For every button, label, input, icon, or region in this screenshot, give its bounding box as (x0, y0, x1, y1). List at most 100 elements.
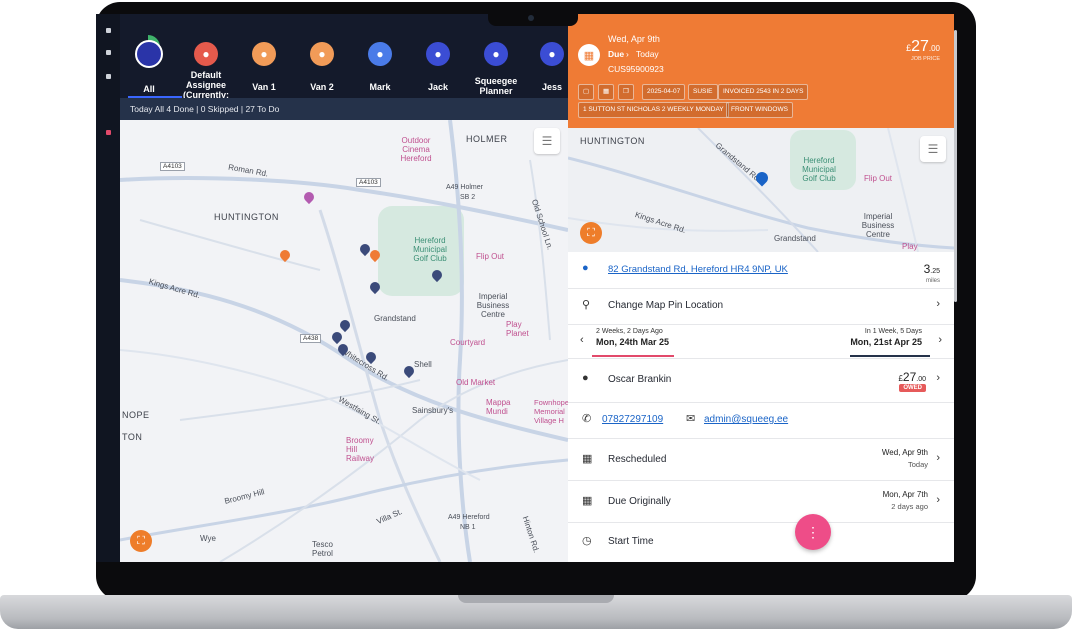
map-roads (120, 120, 568, 562)
job-price: £27.00 JOB PRICE (906, 38, 940, 62)
strip-indicator-icon (106, 130, 111, 135)
start-time-row[interactable]: ◷ Start Time (568, 522, 954, 562)
road-shield: A438 (300, 334, 322, 343)
due-originally-row[interactable]: ▦ Due Originally Mon, Apr 7th 2 days ago… (568, 480, 954, 523)
owed-badge: OWED (899, 384, 926, 392)
start-time-label: Start Time (608, 536, 654, 547)
more-vertical-icon: ⋮ (806, 523, 820, 540)
more-actions-button[interactable]: ⋮ (795, 514, 831, 550)
price-amount: 27 (911, 38, 929, 55)
next-visit-caption: In 1 Week, 5 Days (864, 328, 922, 335)
save-icon: ▢ (583, 88, 590, 95)
phone-link[interactable]: 07827297109 (602, 414, 663, 425)
distance-unit: miles (925, 278, 940, 284)
group-icon: ● (310, 42, 334, 66)
save-button[interactable]: ▢ (578, 84, 595, 100)
previous-underline (592, 355, 674, 357)
chevron-right-icon: › (936, 452, 940, 464)
assignee-name: Mark (369, 82, 391, 92)
chevron-right-icon: › (936, 372, 940, 384)
map-label: Imperial Business Centre (476, 292, 510, 319)
previous-visit-date: Mon, 24th Mar 25 (596, 337, 670, 347)
map-label: Outdoor Cinema Hereford (400, 136, 432, 163)
person-icon: ● (582, 372, 589, 384)
side-strip (96, 14, 120, 562)
map-label: Old Market (456, 378, 496, 387)
strip-icon (106, 74, 111, 79)
job-header: ▦ Wed, Apr 9th Due › Today CUS95900923 £… (568, 14, 954, 128)
map-marker-icon: ⚲ (582, 299, 591, 311)
map-label: SB 2 (460, 194, 476, 201)
document-button[interactable]: ▦ (598, 84, 615, 100)
assignee-all-label[interactable]: All (130, 84, 168, 94)
visit-navigation: ‹ 2 Weeks, 2 Days Ago Mon, 24th Mar 25 I… (568, 324, 954, 359)
email-icon: ✉ (686, 413, 696, 425)
address-link[interactable]: 82 Grandstand Rd, Hereford HR4 9NP, UK (608, 264, 788, 275)
chevron-left-icon[interactable]: ‹ (580, 334, 584, 346)
address-row[interactable]: ● 82 Grandstand Rd, Hereford HR4 9NP, UK… (568, 252, 954, 289)
job-date: Wed, Apr 9th (608, 34, 660, 44)
layers-icon: ☰ (927, 142, 939, 156)
camera-notch (488, 12, 578, 26)
rescheduled-row[interactable]: ▦ Rescheduled Wed, Apr 9th Today › (568, 438, 954, 481)
assignee-van-2[interactable]: ● Van 2 (298, 42, 346, 92)
all-assignees-avatar[interactable] (135, 40, 163, 68)
tag-round[interactable]: 1 SUTTON ST NICHOLAS 2 WEEKLY MONDAY (578, 102, 729, 118)
email-link[interactable]: admin@squeeg.ee (704, 414, 788, 425)
assignee-name: Squeegee Planner (474, 76, 518, 96)
location-pin-icon: ● (582, 262, 589, 274)
group-icon: ● (252, 42, 276, 66)
previous-visit[interactable]: 2 Weeks, 2 Days Ago Mon, 24th Mar 25 (596, 328, 669, 347)
job-due-label: Due (608, 49, 625, 59)
next-visit[interactable]: In 1 Week, 5 Days Mon, 21st Apr 25 (850, 328, 922, 347)
phone-icon: ✆ (582, 413, 592, 425)
fullscreen-icon: ⛶ (587, 226, 595, 239)
calendar-icon: ▦ (578, 44, 600, 66)
person-icon: ● (540, 42, 564, 66)
chevron-right-icon: › (936, 494, 940, 506)
map-label: Hereford Municipal Golf Club (802, 156, 836, 183)
assignee-jack[interactable]: ● Jack (414, 42, 462, 92)
map-label: HUNTINGTON (580, 136, 645, 146)
map-label: Tesco Petrol (312, 540, 333, 558)
tag-invoice[interactable]: INVOICED 2543 IN 2 DAYS (718, 84, 809, 100)
rescheduled-date: Wed, Apr 9th (881, 448, 928, 457)
map-label: Wye (200, 534, 216, 543)
map-label: Grandstand (774, 234, 816, 243)
job-location-map[interactable]: HUNTINGTON Grandstand Rd. Kings Acre Rd.… (568, 128, 954, 252)
map-label: Hereford Municipal Golf Club (413, 236, 447, 263)
customer-row[interactable]: ● Oscar Brankin £27.00 OWED › (568, 358, 954, 403)
app-screen: All ● Default Assignee (Currently: Susie… (120, 14, 954, 562)
map-label: Flip Out (864, 174, 893, 183)
chevron-right-icon[interactable]: › (938, 334, 942, 346)
assignee-bar: All ● Default Assignee (Currently: Susie… (120, 14, 568, 110)
map-label: NOPE (122, 410, 150, 420)
strip-icon (106, 28, 111, 33)
price-decimal: .00 (928, 44, 940, 53)
person-icon: ● (194, 42, 218, 66)
strip-icon (106, 50, 111, 55)
scrollbar[interactable] (954, 30, 957, 302)
assignee-van-1[interactable]: ● Van 1 (240, 42, 288, 92)
map-layers-button[interactable]: ☰ (534, 128, 560, 154)
distance: 3.25 miles (924, 260, 940, 284)
copy-button[interactable]: ❐ (618, 84, 634, 100)
tag-assignee[interactable]: SUSIE (688, 84, 718, 100)
chevron-right-icon: › (936, 298, 940, 310)
assignee-squeegee-planner[interactable]: ● Squeegee Planner (472, 42, 520, 96)
assignee-name: Van 2 (310, 82, 334, 92)
assignee-name: Van 1 (252, 82, 276, 92)
change-pin-row[interactable]: ⚲ Change Map Pin Location › (568, 288, 954, 325)
assignee-mark[interactable]: ● Mark (356, 42, 404, 92)
route-map[interactable]: HOLMER Roman Rd. HUNTINGTON Kings Acre R… (120, 120, 568, 562)
fullscreen-button[interactable]: ⛶ (580, 222, 602, 244)
tag-date[interactable]: 2025-04-07 (642, 84, 686, 100)
map-layers-button[interactable]: ☰ (920, 136, 946, 162)
fullscreen-button[interactable]: ⛶ (130, 530, 152, 552)
customer-name: Oscar Brankin (608, 374, 672, 385)
tag-service[interactable]: FRONT WINDOWS (726, 102, 793, 118)
map-label: A49 Holmer (446, 184, 483, 191)
map-label: Play Planet (506, 320, 529, 338)
fullscreen-icon: ⛶ (137, 534, 145, 547)
layers-icon: ☰ (541, 134, 553, 148)
